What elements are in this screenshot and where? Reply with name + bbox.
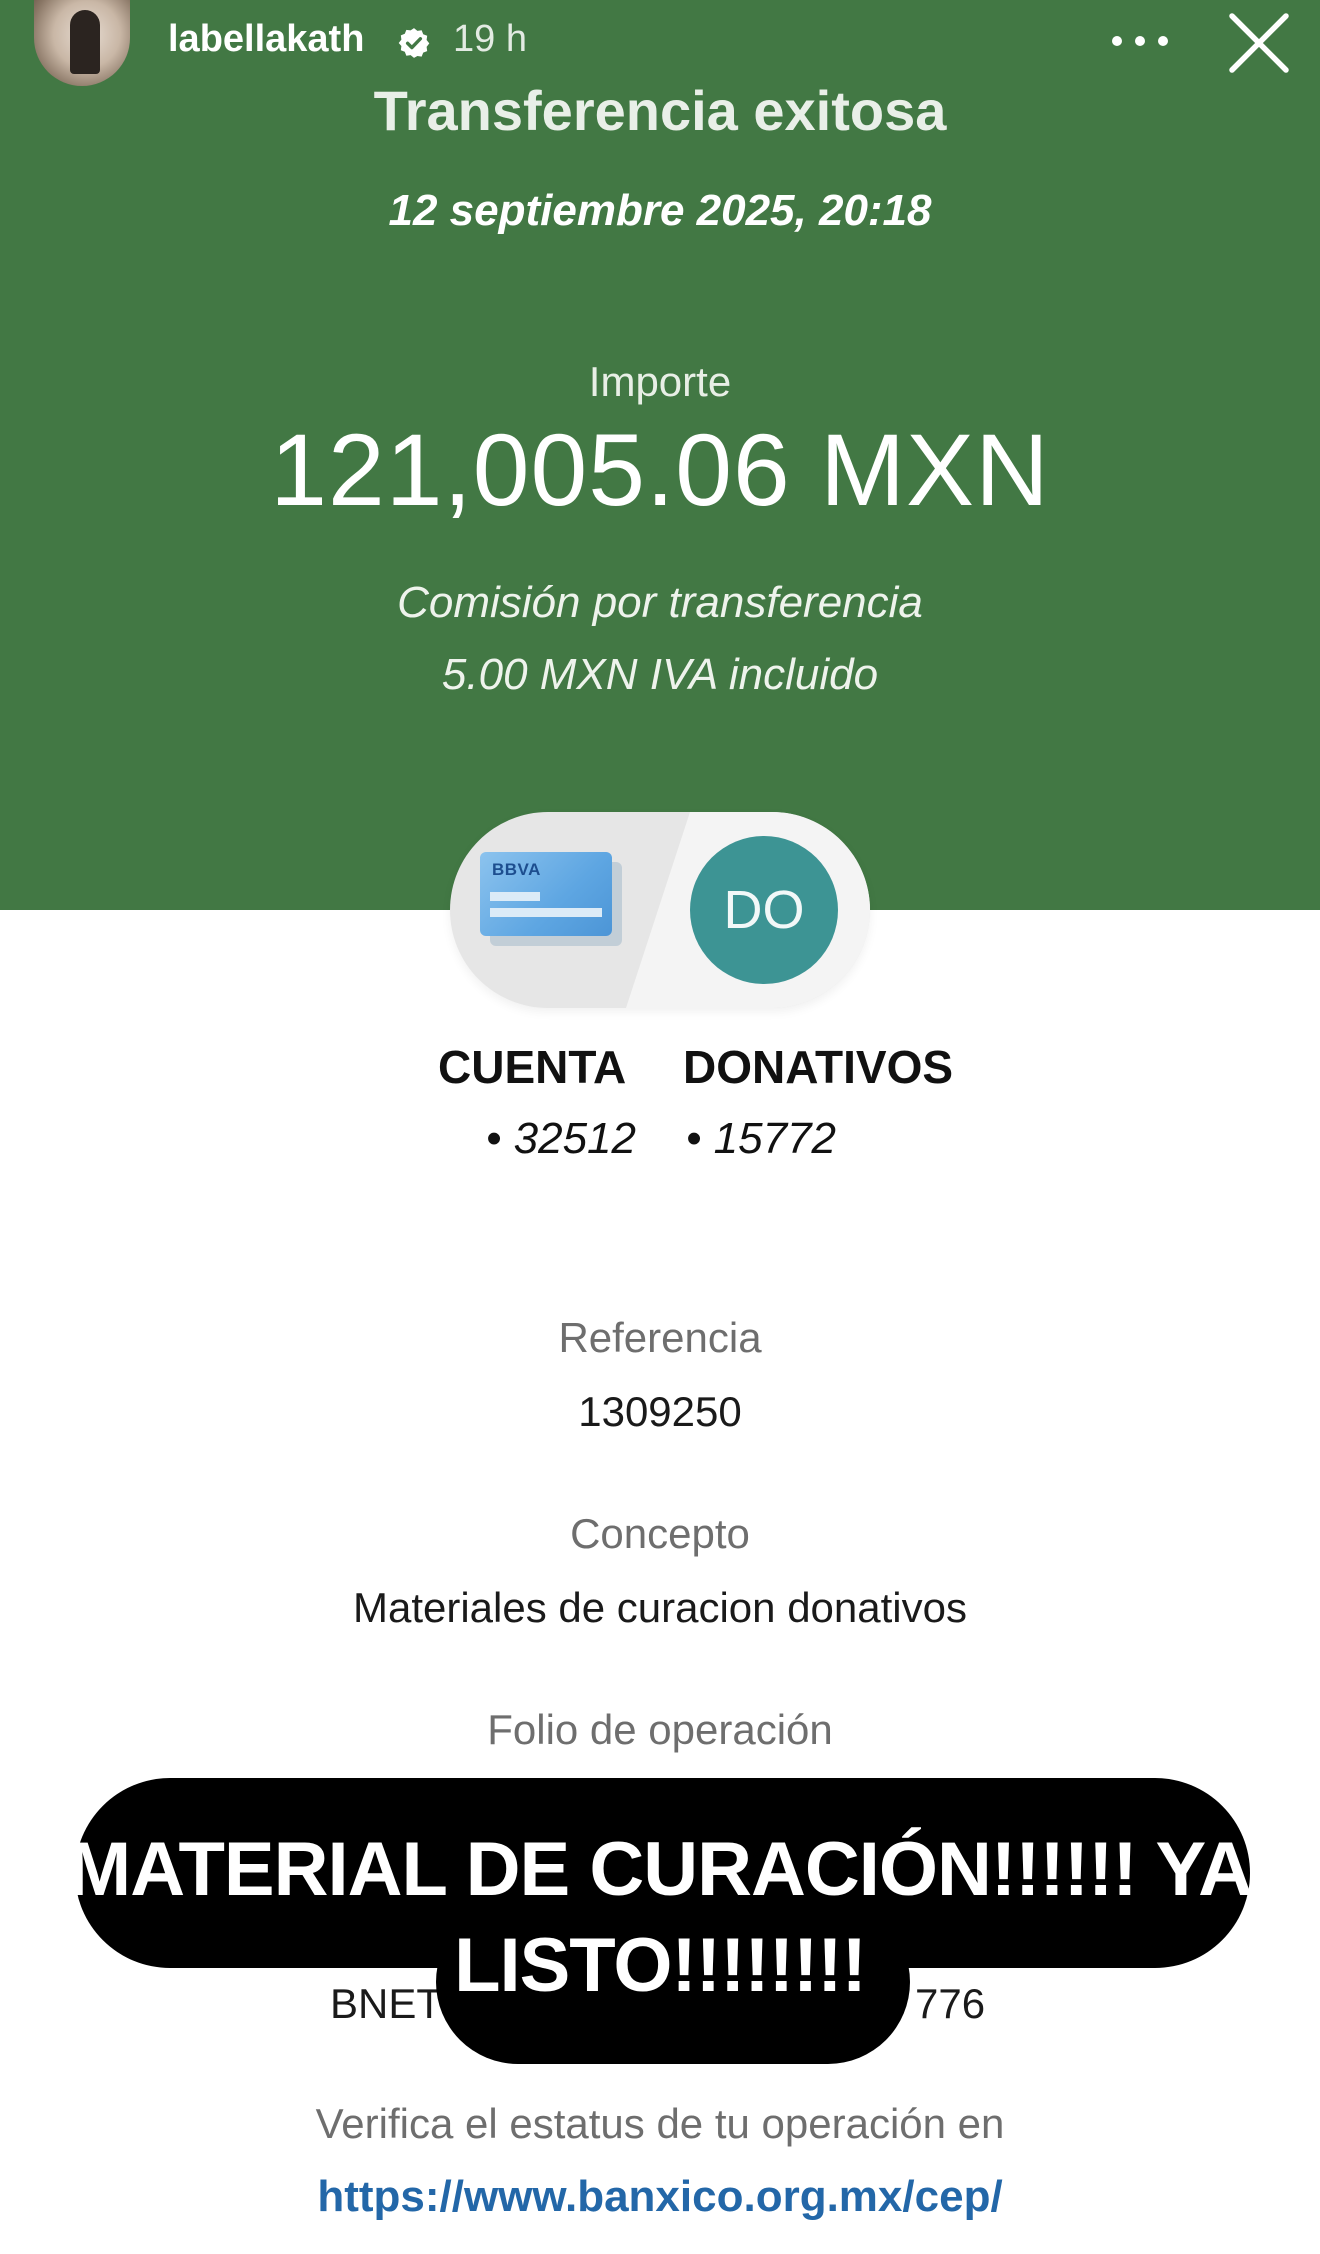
card-stripe [490, 892, 540, 901]
fee-value: 5.00 MXN IVA incluido [441, 650, 879, 699]
sticker-text-line1: MATERIAL DE CURACIÓN!!!!!! YA [67, 1827, 1253, 1912]
destination-account-label: DONATIVOS [683, 1041, 954, 1093]
sticker-text-line2: LISTO!!!!!!!! [454, 1923, 867, 2008]
folio-label: Folio de operación [487, 1706, 833, 1753]
story-viewer: labellakath 19 h Transferencia exitosa 1… [0, 0, 1320, 2254]
card-stripe [490, 908, 602, 917]
reference-label: Referencia [558, 1314, 762, 1361]
more-options-icon[interactable] [1112, 24, 1168, 58]
amount-value: 121,005.06 MXN [270, 413, 1050, 527]
reference-value: 1309250 [578, 1388, 742, 1435]
accounts-pill: BBVA DO [450, 812, 870, 1008]
destination-avatar: DO [690, 836, 838, 984]
amount-label: Importe [588, 358, 732, 405]
origin-account-label: CUENTA [438, 1041, 627, 1093]
more-dot [1135, 36, 1145, 46]
fee-label: Comisión por transferencia [397, 578, 923, 627]
more-dot [1112, 36, 1122, 46]
more-dot [1158, 36, 1168, 46]
destination-account-number: • 15772 [686, 1114, 836, 1163]
story-username[interactable]: labellakath [168, 18, 364, 61]
bbva-card-icon: BBVA [480, 852, 612, 936]
concept-label: Concepto [570, 1510, 750, 1557]
verify-text: Verifica el estatus de tu operación en [315, 2100, 1005, 2147]
verified-badge-icon [398, 28, 430, 58]
concept-value: Materiales de curacion donativos [352, 1584, 967, 1631]
receipt-title: Transferencia exitosa [373, 79, 947, 142]
close-icon[interactable] [1226, 10, 1292, 76]
origin-account-number: • 32512 [486, 1114, 636, 1163]
banxico-link[interactable]: https://www.banxico.org.mx/cep/ [0, 2172, 1320, 2222]
story-timestamp: 19 h [453, 18, 527, 60]
receipt-datetime: 12 septiembre 2025, 20:18 [388, 186, 932, 235]
bank-logo: BBVA [492, 860, 541, 879]
